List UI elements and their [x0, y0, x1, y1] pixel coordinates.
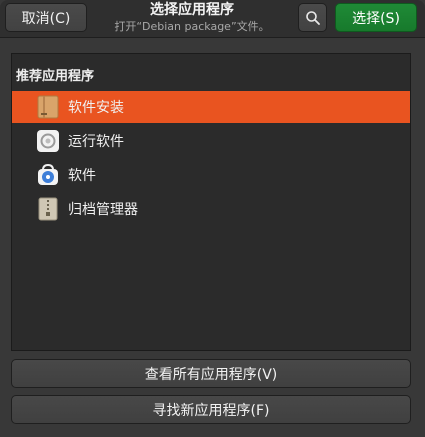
list-item-archive-manager[interactable]: 归档管理器: [12, 193, 410, 225]
list-item-label: 软件: [68, 168, 96, 184]
search-button[interactable]: [298, 3, 327, 32]
app-chooser-dialog: 取消(C) 选择应用程序 打开“Debian package”文件。 选择(S)…: [0, 0, 425, 437]
dialog-title: 选择应用程序: [150, 2, 234, 18]
title-area: 选择应用程序 打开“Debian package”文件。: [92, 1, 292, 35]
archive-manager-icon: [36, 197, 60, 221]
package-installer-icon: [36, 95, 60, 119]
select-button[interactable]: 选择(S): [335, 3, 417, 32]
list-item-run-software[interactable]: 运行软件: [12, 125, 410, 157]
list-item-software[interactable]: 软件: [12, 159, 410, 191]
section-title-recommended: 推荐应用程序: [16, 69, 95, 84]
find-new-apps-button[interactable]: 寻找新应用程序(F): [11, 395, 411, 424]
cancel-button[interactable]: 取消(C): [5, 3, 87, 32]
header-bar: 取消(C) 选择应用程序 打开“Debian package”文件。 选择(S): [0, 0, 425, 38]
view-all-apps-button[interactable]: 查看所有应用程序(V): [11, 359, 411, 388]
dialog-subtitle: 打开“Debian package”文件。: [114, 20, 270, 33]
list-item-software-install[interactable]: 软件安装: [12, 91, 410, 123]
list-item-label: 归档管理器: [68, 202, 138, 218]
search-icon: [305, 10, 320, 25]
list-item-label: 软件安装: [68, 100, 124, 116]
run-software-icon: [36, 129, 60, 153]
list-item-label: 运行软件: [68, 134, 124, 150]
software-store-icon: [36, 163, 60, 187]
